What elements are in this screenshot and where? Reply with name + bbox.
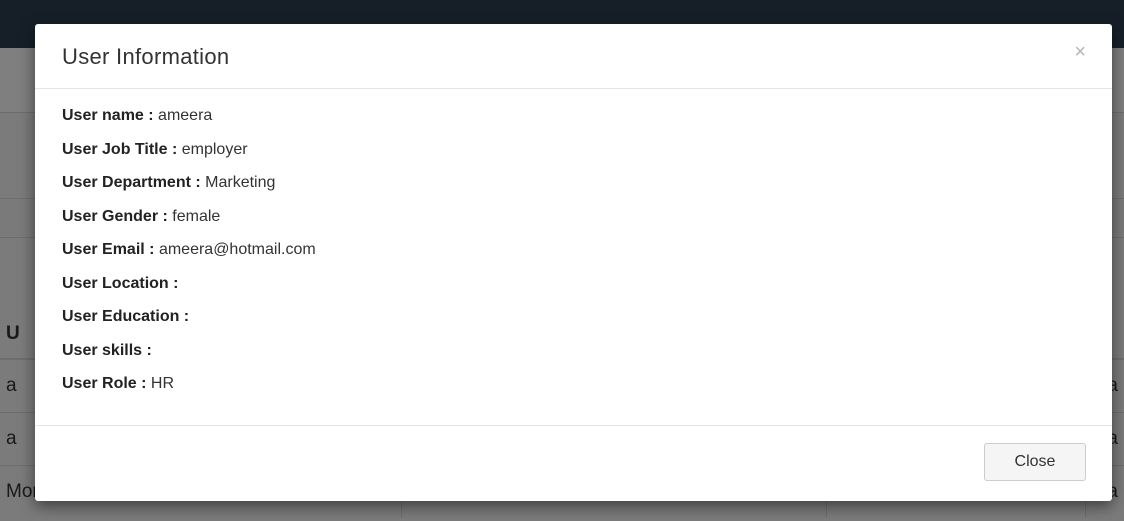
field-label: User Gender : bbox=[62, 207, 168, 225]
user-job-title-row: User Job Title : employer bbox=[62, 137, 1085, 171]
user-email-row: User Email : ameera@hotmail.com bbox=[62, 237, 1085, 271]
field-value: ameera@hotmail.com bbox=[158, 241, 316, 258]
field-value: employer bbox=[181, 140, 248, 158]
field-label: User Role : bbox=[62, 375, 147, 392]
user-location-row: User Location : bbox=[62, 271, 1085, 305]
user-gender-row: User Gender : female bbox=[62, 204, 1085, 238]
field-label: User Location : bbox=[62, 274, 179, 292]
user-role-row: User Role : HR bbox=[62, 371, 1085, 405]
field-value: HR bbox=[150, 375, 175, 392]
field-label: User name : bbox=[62, 107, 154, 124]
field-value: female bbox=[172, 207, 221, 225]
modal-footer: Close bbox=[35, 425, 1112, 501]
user-education-row: User Education : bbox=[62, 304, 1085, 338]
user-department-row: User Department : Marketing bbox=[62, 170, 1085, 204]
close-icon[interactable]: × bbox=[1074, 42, 1086, 62]
modal-title: User Information bbox=[62, 44, 230, 69]
field-label: User Email : bbox=[62, 241, 155, 258]
field-label: User Department : bbox=[62, 174, 201, 191]
modal-header: User Information × bbox=[35, 24, 1112, 89]
modal-body: User name : ameera User Job Title : empl… bbox=[35, 89, 1112, 438]
user-skills-row: User skills : bbox=[62, 338, 1085, 372]
field-label: User skills : bbox=[62, 341, 152, 359]
app-page: U ls a Ma a Ma Mona@hotmail.com marketin… bbox=[0, 0, 1124, 521]
field-label: User Job Title : bbox=[62, 140, 178, 158]
field-label: User Education : bbox=[62, 308, 190, 325]
field-value: ameera bbox=[158, 107, 213, 124]
field-value: Marketing bbox=[205, 174, 276, 191]
user-name-row: User name : ameera bbox=[62, 103, 1085, 137]
user-information-modal: User Information × User name : ameera Us… bbox=[35, 24, 1112, 501]
close-button[interactable]: Close bbox=[984, 443, 1086, 481]
